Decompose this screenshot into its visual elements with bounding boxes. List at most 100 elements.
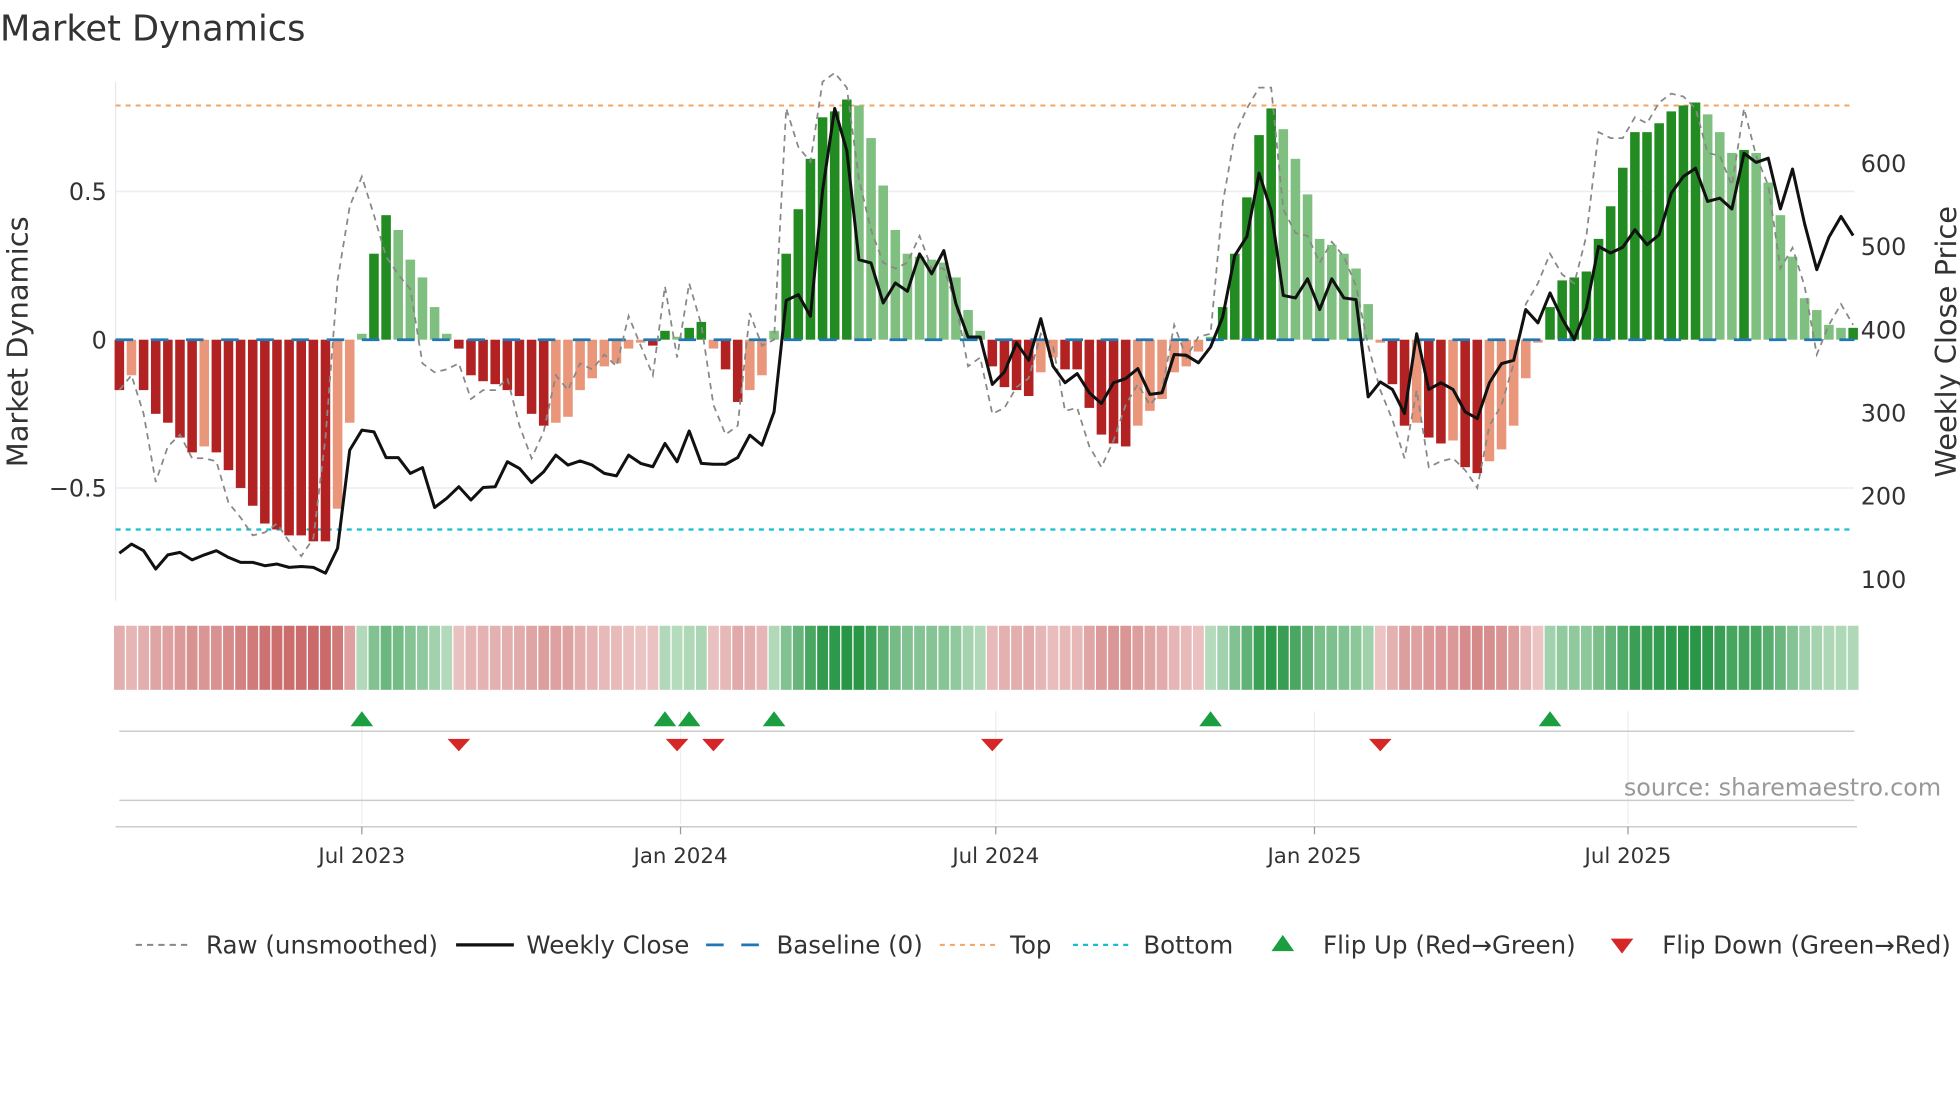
- regime-strip-cell: [1374, 625, 1386, 690]
- regime-strip-cell: [1156, 625, 1168, 690]
- momentum-bar: [163, 339, 173, 423]
- regime-strip-cell: [1738, 625, 1750, 690]
- regime-strip-cell: [1120, 625, 1132, 690]
- regime-strip-cell: [1290, 625, 1301, 690]
- regime-strip: [113, 625, 1859, 690]
- momentum-bar: [1254, 135, 1264, 340]
- momentum-bar: [720, 339, 731, 370]
- legend-item-bottom: Bottom: [1072, 931, 1233, 960]
- regime-strip-cell: [1338, 625, 1350, 690]
- legend-item-raw: Raw (unsmoothed): [135, 931, 438, 960]
- momentum-bar: [296, 339, 306, 536]
- regime-strip-cell: [1774, 625, 1786, 690]
- regime-strip-cell: [768, 625, 780, 690]
- regime-strip-cell: [1447, 625, 1459, 690]
- regime-strip-cell: [1581, 625, 1592, 690]
- regime-strip-cell: [1326, 625, 1338, 690]
- regime-strip-cell: [1035, 625, 1047, 690]
- regime-strip-cell: [1411, 625, 1423, 690]
- regime-strip-cell: [489, 625, 501, 690]
- x-tick-label: Jan 2025: [1265, 844, 1361, 869]
- regime-strip-cell: [1762, 625, 1774, 690]
- momentum-bar: [902, 253, 913, 340]
- right-y-tick-label: 300: [1861, 399, 1907, 427]
- x-tick-label: Jul 2023: [316, 844, 405, 869]
- momentum-bar: [696, 321, 707, 340]
- momentum-bar: [1678, 105, 1689, 340]
- legend-label: Weekly Close: [526, 931, 689, 960]
- regime-strip-cell: [380, 625, 392, 690]
- regime-strip-cell: [1023, 625, 1035, 690]
- regime-strip-cell: [986, 625, 998, 690]
- regime-strip-cell: [1568, 625, 1580, 690]
- momentum-bar: [478, 339, 488, 382]
- regime-strip-cell: [647, 625, 659, 690]
- flip-down-marker: [447, 738, 471, 752]
- momentum-bar: [1521, 339, 1531, 379]
- regime-strip-cell: [841, 625, 853, 690]
- regime-strip-cell: [1629, 625, 1641, 690]
- momentum-bar: [538, 339, 549, 426]
- momentum-bar: [114, 339, 125, 391]
- momentum-bar: [1496, 339, 1507, 450]
- momentum-bar: [1278, 129, 1289, 340]
- regime-strip-cell: [611, 625, 622, 690]
- regime-strip-cell: [598, 625, 610, 690]
- regime-strip-cell: [1108, 625, 1119, 690]
- regime-strip-cell: [1132, 625, 1144, 690]
- regime-strip-cell: [1653, 625, 1665, 690]
- momentum-bar: [1775, 215, 1786, 340]
- momentum-bar: [1715, 132, 1725, 340]
- regime-strip-cell: [1799, 625, 1811, 690]
- regime-strip-cell: [623, 625, 634, 690]
- regime-strip-cell: [574, 625, 586, 690]
- regime-strip-cell: [126, 625, 137, 690]
- right-y-ticks: 600 500 400 300 200 100: [1861, 150, 1907, 594]
- momentum-bar: [138, 339, 149, 391]
- regime-strip-cell: [708, 625, 719, 690]
- legend-item-baseline: Baseline (0): [706, 931, 923, 960]
- momentum-bar: [1751, 152, 1761, 340]
- regime-strip-cell: [1714, 625, 1726, 690]
- regime-strip-cell: [1787, 625, 1798, 690]
- regime-strip-cell: [477, 625, 489, 690]
- regime-strip-cell: [1193, 625, 1204, 690]
- momentum-bar: [1133, 339, 1143, 426]
- momentum-bar: [1120, 339, 1131, 447]
- regime-strip-cell: [113, 625, 125, 690]
- legend-item-top: Top: [939, 931, 1051, 960]
- regime-strip-cell: [659, 625, 671, 690]
- regime-strip-cell: [465, 625, 477, 690]
- momentum-bar: [126, 339, 137, 376]
- right-y-tick-label: 200: [1861, 483, 1907, 511]
- legend-item-flip_up: Flip Up (Red→Green): [1271, 931, 1576, 960]
- flip-down-marker: [981, 738, 1004, 752]
- regime-strip-cell: [1168, 625, 1180, 690]
- momentum-bar: [1060, 339, 1070, 370]
- momentum-bar: [454, 339, 464, 349]
- regime-strip-cell: [1350, 625, 1362, 690]
- regime-strip-cell: [1277, 625, 1289, 690]
- regime-strip-cell: [1241, 625, 1253, 690]
- momentum-bar: [247, 339, 258, 506]
- momentum-bar: [199, 339, 210, 447]
- regime-strip-cell: [1399, 625, 1410, 690]
- triangle-down-icon: [1610, 938, 1634, 954]
- regime-strip-cell: [283, 625, 295, 690]
- regime-strip-cell: [259, 625, 271, 690]
- regime-strip-cell: [756, 625, 768, 690]
- regime-strip-cell: [441, 625, 453, 690]
- momentum-bar: [466, 339, 476, 376]
- regime-strip-cell: [453, 625, 465, 690]
- regime-strip-cell: [1484, 625, 1495, 690]
- regime-strip-cell: [1496, 625, 1507, 690]
- regime-strip-cell: [174, 625, 186, 690]
- regime-strip-cell: [1217, 625, 1229, 690]
- flip-down-marker: [1368, 738, 1392, 752]
- regime-strip-cell: [150, 625, 162, 690]
- regime-strip-cell: [1605, 625, 1617, 690]
- regime-strip-cell: [1205, 625, 1216, 690]
- momentum-bar: [1666, 111, 1677, 340]
- momentum-bar: [1436, 339, 1446, 444]
- regime-strip-cell: [1617, 625, 1629, 690]
